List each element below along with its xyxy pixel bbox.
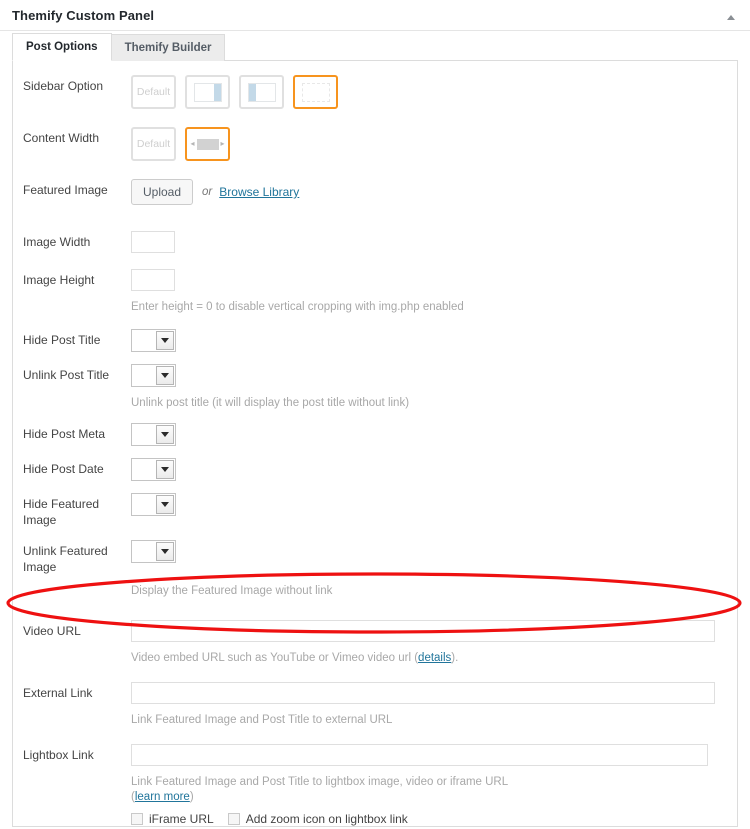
hide-post-meta-select[interactable] [131,423,176,446]
chevron-down-icon [156,331,174,350]
hide-featured-image-label: Hide Featured Image [23,497,100,527]
themify-custom-panel: Themify Custom Panel Post Options Themif… [0,0,750,829]
sidebar-option-default-label: Default [136,86,171,98]
image-height-input[interactable] [131,269,175,291]
image-width-input[interactable] [131,231,175,253]
field-row-hide-post-meta: Hide Post Meta [13,423,737,446]
image-height-label: Image Height [23,273,95,287]
add-zoom-icon-checkbox[interactable] [227,813,240,825]
tab-post-options[interactable]: Post Options [12,33,112,61]
unlink-featured-image-select[interactable] [131,540,176,563]
or-label: or [202,186,213,198]
video-url-label: Video URL [23,624,81,638]
tab-themify-builder[interactable]: Themify Builder [110,34,226,61]
field-row-hide-post-date: Hide Post Date [13,458,737,481]
lightbox-link-learn-more-line: (learn more) [13,790,737,805]
unlink-featured-image-label: Unlink Featured Image [23,544,108,574]
unlink-post-title-label: Unlink Post Title [23,368,110,382]
featured-image-label: Featured Image [23,183,108,197]
field-row-sidebar-option: Sidebar Option Default [13,75,737,109]
sidebar-option-no-sidebar[interactable] [293,75,338,109]
chevron-down-icon [156,460,174,479]
field-row-content-width: Content Width Default ◂ ▸ [13,127,737,161]
field-row-lightbox-link: Lightbox Link [13,744,737,766]
unlink-post-title-hint: Unlink post title (it will display the p… [131,397,410,409]
panel-header: Themify Custom Panel [0,0,750,31]
lightbox-link-hint: Link Featured Image and Post Title to li… [131,776,509,788]
post-options-form: Sidebar Option Default Content Width Def… [12,60,738,827]
sidebar-option-default[interactable]: Default [131,75,176,109]
browse-library-link[interactable]: Browse Library [219,185,299,199]
upload-button[interactable]: Upload [131,179,194,205]
content-width-group: Default ◂ ▸ [131,127,230,161]
field-row-unlink-featured-image: Unlink Featured Image [13,540,737,575]
field-row-hide-featured-image: Hide Featured Image [13,493,737,528]
lightbox-link-input[interactable] [131,744,708,766]
field-row-featured-image: Featured Image Upload or Browse Library [13,179,737,205]
lightbox-link-label: Lightbox Link [23,748,94,762]
field-row-unlink-post-title: Unlink Post Title [13,364,737,387]
image-height-hint: Enter height = 0 to disable vertical cro… [131,301,464,313]
layout-no-sidebar-icon [301,82,330,102]
field-row-image-width: Image Width [13,231,737,253]
iframe-url-checkbox[interactable] [131,813,143,825]
sidebar-option-group: Default [131,75,338,109]
video-url-hint-suffix: ). [451,652,459,664]
image-width-label: Image Width [23,235,91,249]
add-zoom-icon-label[interactable]: Add zoom icon on lightbox link [246,812,408,826]
external-link-label: External Link [23,686,93,700]
content-width-label: Content Width [23,131,100,145]
hide-post-date-label: Hide Post Date [23,462,104,476]
hide-post-title-select[interactable] [131,329,176,352]
chevron-up-glyph [727,14,735,20]
content-width-default-label: Default [136,138,171,150]
chevron-down-icon [156,542,174,561]
video-url-details-link[interactable]: details [418,652,451,664]
external-link-hint: Link Featured Image and Post Title to ex… [131,714,393,726]
tab-post-options-label: Post Options [26,41,98,53]
external-link-input[interactable] [131,682,715,704]
field-row-hide-post-title: Hide Post Title [13,329,737,352]
tab-bar: Post Options Themify Builder [0,31,750,61]
layout-fullwidth-icon: ◂ ▸ [190,138,225,150]
video-url-hint: Video embed URL such as YouTube or Vimeo… [13,651,737,666]
hide-post-date-select[interactable] [131,458,176,481]
layout-sidebar-left-icon [247,82,276,102]
chevron-down-icon [156,366,174,385]
sidebar-option-sidebar-left[interactable] [239,75,284,109]
content-width-default[interactable]: Default [131,127,176,161]
hide-post-meta-label: Hide Post Meta [23,427,106,441]
field-row-external-link: External Link [13,682,737,704]
field-row-video-url: Video URL [13,620,737,642]
sidebar-option-label: Sidebar Option [23,79,104,93]
unlink-post-title-select[interactable] [131,364,176,387]
iframe-url-label[interactable]: iFrame URL [149,812,214,826]
chevron-down-icon [156,425,174,444]
video-url-input[interactable] [131,620,715,642]
video-url-hint-text: Video embed URL such as YouTube or Vimeo… [131,652,419,664]
paren-close: ) [189,791,194,803]
tab-themify-builder-label: Themify Builder [124,42,212,54]
layout-sidebar-right-icon [193,82,222,102]
content-width-fullwidth[interactable]: ◂ ▸ [185,127,230,161]
learn-more-link[interactable]: learn more [135,791,190,803]
hide-post-title-label: Hide Post Title [23,333,101,347]
lightbox-checkbox-row: iFrame URL Add zoom icon on lightbox lin… [13,812,737,826]
chevron-down-icon [156,495,174,514]
field-row-image-height: Image Height [13,269,737,291]
unlink-featured-image-hint: Display the Featured Image without link [131,585,333,597]
sidebar-option-sidebar-right[interactable] [185,75,230,109]
hide-featured-image-select[interactable] [131,493,176,516]
chevron-up-icon[interactable] [724,10,738,24]
page-title: Themify Custom Panel [12,7,155,23]
